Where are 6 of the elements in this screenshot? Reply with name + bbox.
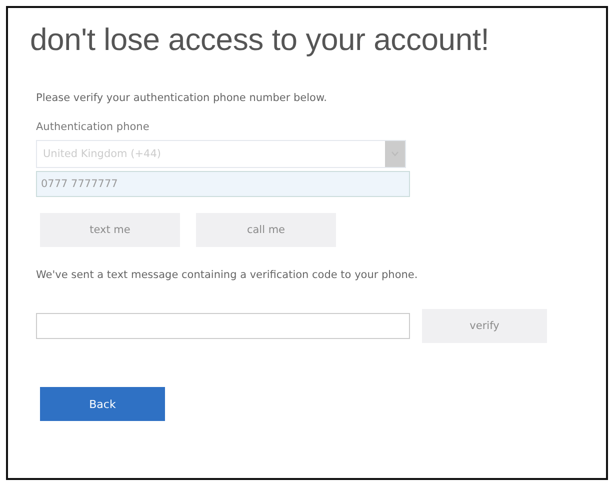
field-label: Authentication phone [36,121,150,133]
page-title: don't lose access to your account! [30,22,490,58]
status-message: We've sent a text message containing a verification code to your phone. [36,269,419,281]
back-button[interactable]: Back [40,387,165,421]
instruction-text: Please verify your authentication phone number below. [36,92,328,104]
verification-code-field[interactable] [36,313,410,339]
